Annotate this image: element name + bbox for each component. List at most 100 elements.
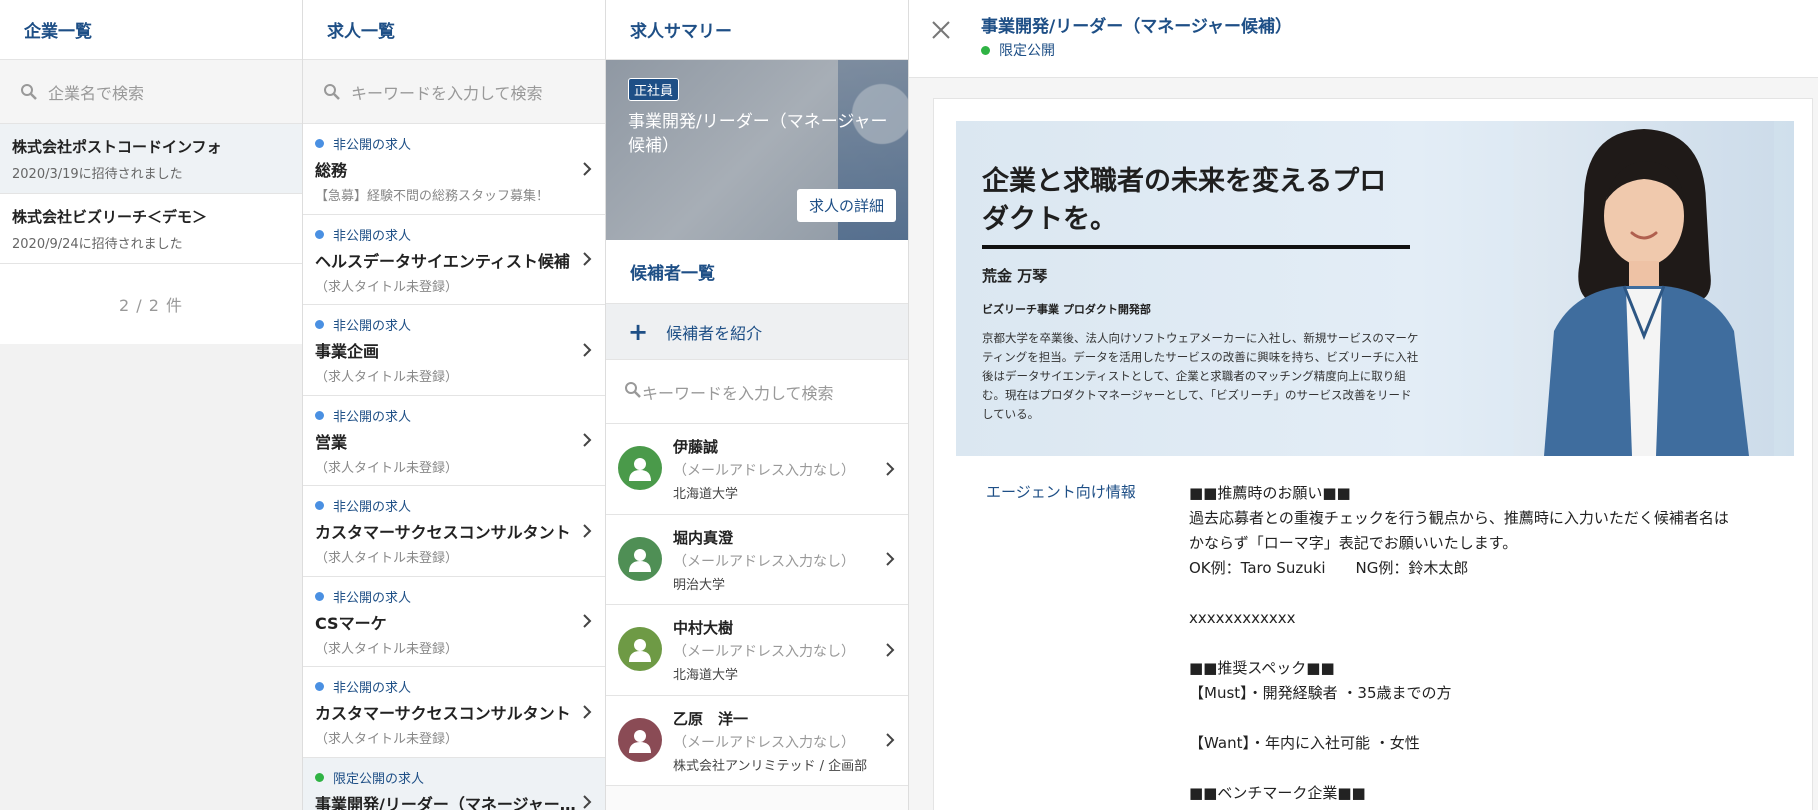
job-list-panel: 求人一覧 キーワードを入力して検索 非公開の求人 総務 【急募】経験不問の総務スタッ… <box>303 0 606 810</box>
person-photo <box>1514 121 1774 456</box>
status-dot-icon <box>315 591 324 601</box>
candidate-list: 伊藤誠 （メールアドレス入力なし） 北海道大学 堀内真澄 （メールアドレス入力なし） 明治… <box>606 424 908 786</box>
agent-info-body: ■■推薦時のお願い■■ 過去応募者との重複チェックを行う観点から、推薦時に入力い… <box>1189 484 1729 802</box>
publish-status-label: 限定公開 <box>999 43 1055 59</box>
chevron-right-icon <box>581 251 593 267</box>
candidate-email: （メールアドレス入力なし） <box>673 734 855 751</box>
job-title: 営業 <box>315 432 348 452</box>
status-dot-icon <box>981 45 990 55</box>
job-title: カスタマーサクセスコンサルタント <box>315 523 571 542</box>
status-dot-icon <box>315 682 324 691</box>
status-dot-icon <box>315 501 324 510</box>
company-item[interactable]: 株式会社ポストコードインフォ 2020/3/19に招待されました <box>0 124 302 194</box>
chevron-right-icon <box>884 461 896 477</box>
job-item[interactable]: 限定公開の求人 事業開発/リーダー（マネージャー候補） <box>303 757 605 810</box>
search-icon <box>624 381 642 403</box>
company-invited-date: 2020/3/19に招待されました <box>12 167 183 182</box>
job-status-label: 非公開の求人 <box>333 681 412 696</box>
avatar <box>618 627 662 671</box>
job-title: 総務 <box>315 161 348 180</box>
job-detail-button[interactable]: 求人の詳細 <box>796 189 896 222</box>
job-status: 非公開の求人 <box>315 587 593 606</box>
avatar <box>618 717 662 762</box>
company-list-panel: 企業一覧 企業名で検索 株式会社ポストコードインフォ 2020/3/19に招待さ… <box>0 0 303 810</box>
add-candidate-label: 候補者を紹介 <box>666 323 763 343</box>
candidate-affiliation: 北海道大学 <box>673 668 739 683</box>
job-item[interactable]: 非公開の求人ヘルスデータサイエンティスト候補 （求人タイトル未登録） <box>303 214 605 305</box>
hero-bio: 京都大学を卒業後、法人向けソフトウェアメーカーに入社し、新規サービスのマーケティ… <box>982 331 1419 421</box>
job-subtitle: （求人タイトル未登録） <box>315 370 459 385</box>
job-status-label: 非公開の求人 <box>333 319 412 334</box>
candidate-search-input[interactable]: キーワードを入力して検索 <box>606 360 908 424</box>
person-icon <box>629 639 651 662</box>
status-dot-icon <box>315 320 324 329</box>
job-status: 非公開の求人 <box>315 134 593 153</box>
status-dot-icon <box>315 139 324 148</box>
company-name: 株式会社ポストコードインフォ <box>12 138 222 156</box>
chevron-right-icon <box>884 732 896 748</box>
candidate-item[interactable]: 中村大樹 （メールアドレス入力なし） 北海道大学 <box>606 605 908 696</box>
hero-department: ビズリーチ事業 プロダクト開発部 <box>982 303 1151 316</box>
chevron-right-icon <box>581 432 593 448</box>
job-item[interactable]: 非公開の求人事業企画 （求人タイトル未登録） <box>303 305 605 396</box>
candidate-name: 伊藤誠 <box>673 438 719 456</box>
candidate-list-title: 候補者一覧 <box>606 240 908 304</box>
job-item[interactable]: 非公開の求人 CSマーケ （求人タイトル未登録） <box>303 576 605 667</box>
candidate-search-placeholder: キーワードを入力して検索 <box>642 383 834 403</box>
employment-type-badge: 正社員 <box>628 78 680 101</box>
job-summary-panel: 求人サマリー 正社員 事業開発/リーダー（マネージャー候補） 求人の詳細 候補者… <box>606 0 909 810</box>
company-search-input[interactable]: 企業名で検索 <box>0 60 302 124</box>
candidate-affiliation: 北海道大学 <box>673 487 739 502</box>
status-dot-icon <box>315 772 324 782</box>
job-item[interactable]: 非公開の求人 営業 （求人タイトル未登録） <box>303 395 605 486</box>
company-item[interactable]: 株式会社ビズリーチ＜デモ＞ 2020/9/24に招待されました <box>0 194 302 264</box>
job-status-label: 非公開の求人 <box>333 409 412 425</box>
status-dot-icon <box>315 410 324 420</box>
chevron-right-icon <box>581 613 593 629</box>
person-icon <box>629 458 651 481</box>
candidate-item[interactable]: 堀内真澄 （メールアドレス入力なし） 明治大学 <box>606 514 908 605</box>
candidate-item[interactable]: 伊藤誠 （メールアドレス入力なし） 北海道大学 <box>606 424 908 515</box>
close-icon[interactable] <box>929 18 953 42</box>
candidate-name: 堀内真澄 <box>673 528 734 547</box>
job-status: 限定公開の求人 <box>315 768 593 787</box>
job-title: CSマーケ <box>315 613 387 633</box>
job-status-label: 非公開の求人 <box>333 500 412 515</box>
detail-card: 企業と求職者の未来を変えるプロダクトを。 荒金 万琴 ビズリーチ事業 プロダクト… <box>933 98 1813 810</box>
candidate-item[interactable]: 乙原 洋一 （メールアドレス入力なし） 株式会社アンリミテッド / 企画部 <box>606 695 908 786</box>
job-subtitle: （求人タイトル未登録） <box>315 279 459 295</box>
job-subtitle: （求人タイトル未登録） <box>315 551 459 566</box>
job-title: カスタマーサクセスコンサルタント <box>315 704 571 723</box>
company-invited-date: 2020/9/24に招待されました <box>12 237 183 252</box>
hero-heading: 企業と求職者の未来を変えるプロダクトを。 <box>982 166 1387 235</box>
job-status-label: 非公開の求人 <box>333 138 412 153</box>
person-icon <box>629 548 651 572</box>
job-title: 事業企画 <box>315 342 380 361</box>
job-status-label: 非公開の求人 <box>333 228 412 244</box>
job-item[interactable]: 非公開の求人カスタマーサクセスコンサルタント （求人タイトル未登録） <box>303 486 605 577</box>
job-subtitle: 【急募】経験不問の総務スタッフ募集！ <box>315 189 550 204</box>
chevron-right-icon <box>581 704 593 720</box>
chevron-right-icon <box>884 551 896 567</box>
job-status: 非公開の求人 <box>315 496 593 515</box>
job-title: 事業開発/リーダー（マネージャー候補） <box>315 794 580 810</box>
hero-image: 企業と求職者の未来を変えるプロダクトを。 荒金 万琴 ビズリーチ事業 プロダクト… <box>956 121 1794 456</box>
job-search-input[interactable]: キーワードを入力して検索 <box>303 60 605 124</box>
job-item[interactable]: 非公開の求人総務【急募】経験不問の総務スタッフ募集！ <box>303 124 605 215</box>
chevron-right-icon <box>581 342 593 358</box>
avatar <box>618 446 662 490</box>
company-list-title: 企業一覧 <box>0 0 302 60</box>
company-name: 株式会社ビズリーチ＜デモ＞ <box>12 208 208 226</box>
candidate-email: （メールアドレス入力なし） <box>673 553 855 570</box>
publish-status: 限定公開 <box>981 40 1055 60</box>
job-item[interactable]: 非公開の求人 カスタマーサクセスコンサルタント （求人タイトル未登録） <box>303 667 605 758</box>
job-detail-panel: 事業開発/リーダー（マネージャー候補） 限定公開 企業と求職者の未来を変えるプロ… <box>909 0 1818 810</box>
search-icon <box>321 81 343 103</box>
summary-job-title: 事業開発/リーダー（マネージャー候補） <box>628 112 888 156</box>
chevron-right-icon <box>884 642 896 658</box>
detail-header: 事業開発/リーダー（マネージャー候補） 限定公開 <box>909 0 1818 78</box>
person-icon <box>629 729 651 753</box>
hero-person-name: 荒金 万琴 <box>982 267 1048 285</box>
add-candidate-button[interactable]: + 候補者を紹介 <box>606 304 908 360</box>
job-title: ヘルスデータサイエンティスト候補 <box>315 251 570 271</box>
